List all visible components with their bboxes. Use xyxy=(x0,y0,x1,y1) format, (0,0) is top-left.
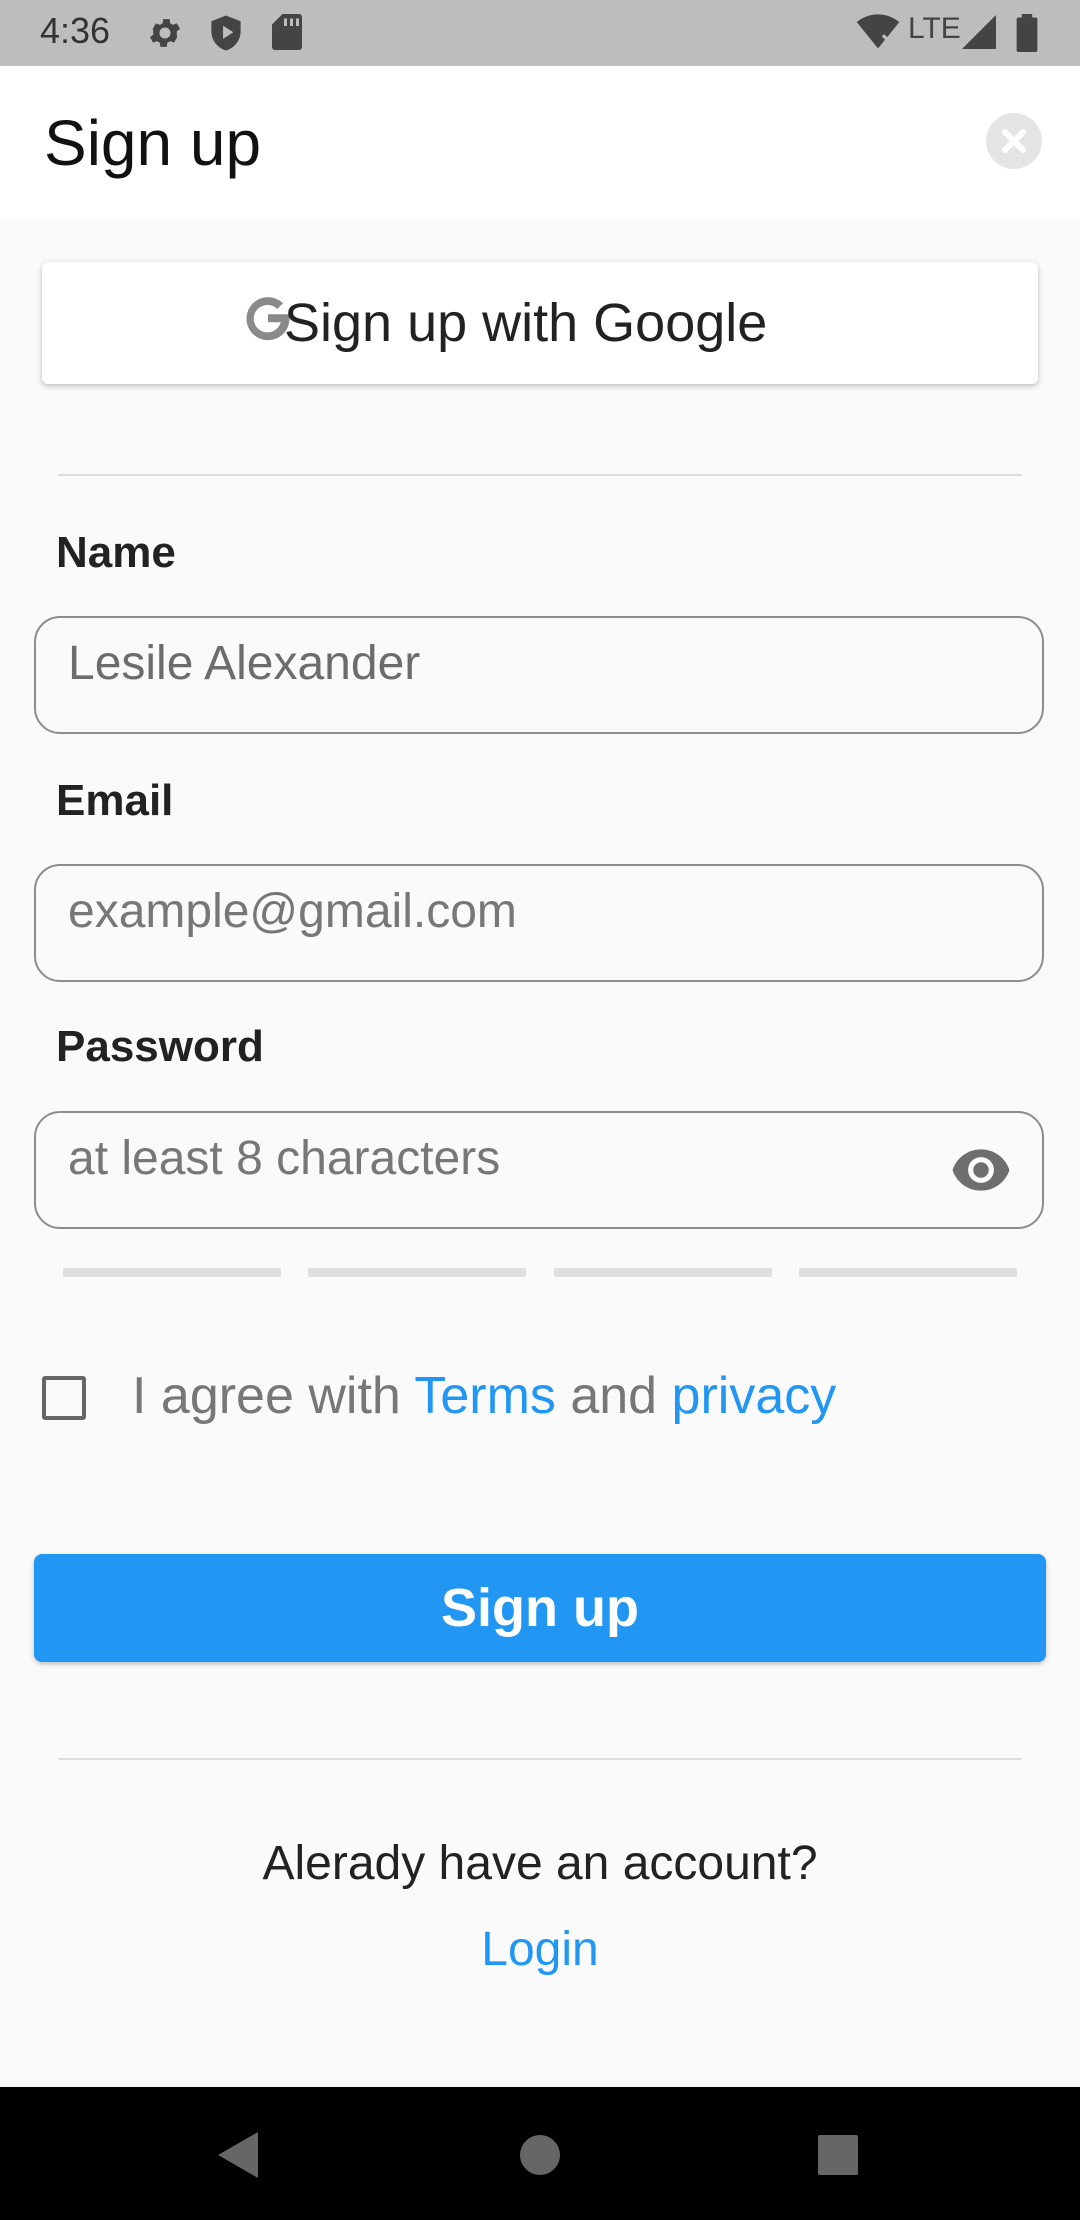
recents-icon[interactable] xyxy=(818,2135,858,2175)
agree-middle: and xyxy=(555,1367,672,1425)
header: Sign up xyxy=(0,66,1080,220)
signup-button[interactable]: Sign up xyxy=(34,1554,1046,1662)
close-icon xyxy=(1002,129,1026,153)
battery-icon xyxy=(1016,14,1038,52)
page-title: Sign up xyxy=(44,107,262,179)
password-input[interactable] xyxy=(68,1131,868,1186)
status-time: 4:36 xyxy=(40,10,111,51)
terms-link[interactable]: Terms xyxy=(414,1367,556,1425)
divider xyxy=(58,1758,1022,1760)
google-signup-label: Sign up with Google xyxy=(284,293,768,353)
password-strength-segment xyxy=(308,1268,526,1277)
password-strength-segment xyxy=(63,1268,281,1277)
divider xyxy=(58,474,1022,476)
eye-icon[interactable] xyxy=(950,1145,1012,1195)
signal-icon xyxy=(962,15,996,49)
privacy-link[interactable]: privacy xyxy=(672,1367,837,1425)
login-prompt: Alerady have an account? xyxy=(262,1837,818,1890)
password-field[interactable] xyxy=(34,1111,1044,1229)
google-signup-button[interactable]: Sign up with Google xyxy=(42,262,1038,384)
sd-card-icon xyxy=(272,14,302,50)
email-input[interactable] xyxy=(68,884,948,939)
email-label: Email xyxy=(56,776,174,825)
password-strength-segment xyxy=(799,1268,1017,1277)
password-strength-segment xyxy=(554,1268,772,1277)
back-icon[interactable] xyxy=(218,2132,258,2178)
home-icon[interactable] xyxy=(520,2135,560,2175)
terms-agreement: I agree with Terms and privacy xyxy=(132,1366,836,1426)
terms-checkbox[interactable] xyxy=(42,1376,86,1420)
name-input[interactable] xyxy=(68,636,948,691)
name-field[interactable] xyxy=(34,616,1044,734)
password-label: Password xyxy=(56,1022,264,1071)
wifi-icon xyxy=(856,14,900,49)
close-button[interactable] xyxy=(986,113,1042,169)
email-field[interactable] xyxy=(34,864,1044,982)
agree-prefix: I agree with xyxy=(132,1367,415,1425)
shield-play-icon xyxy=(211,15,241,51)
name-label: Name xyxy=(56,528,176,577)
network-type: LTE xyxy=(908,12,961,45)
status-bar: 4:36 LTE xyxy=(0,0,1080,66)
settings-icon xyxy=(149,19,181,47)
login-link[interactable]: Login xyxy=(0,1922,1080,1977)
navigation-bar xyxy=(0,2087,1080,2220)
